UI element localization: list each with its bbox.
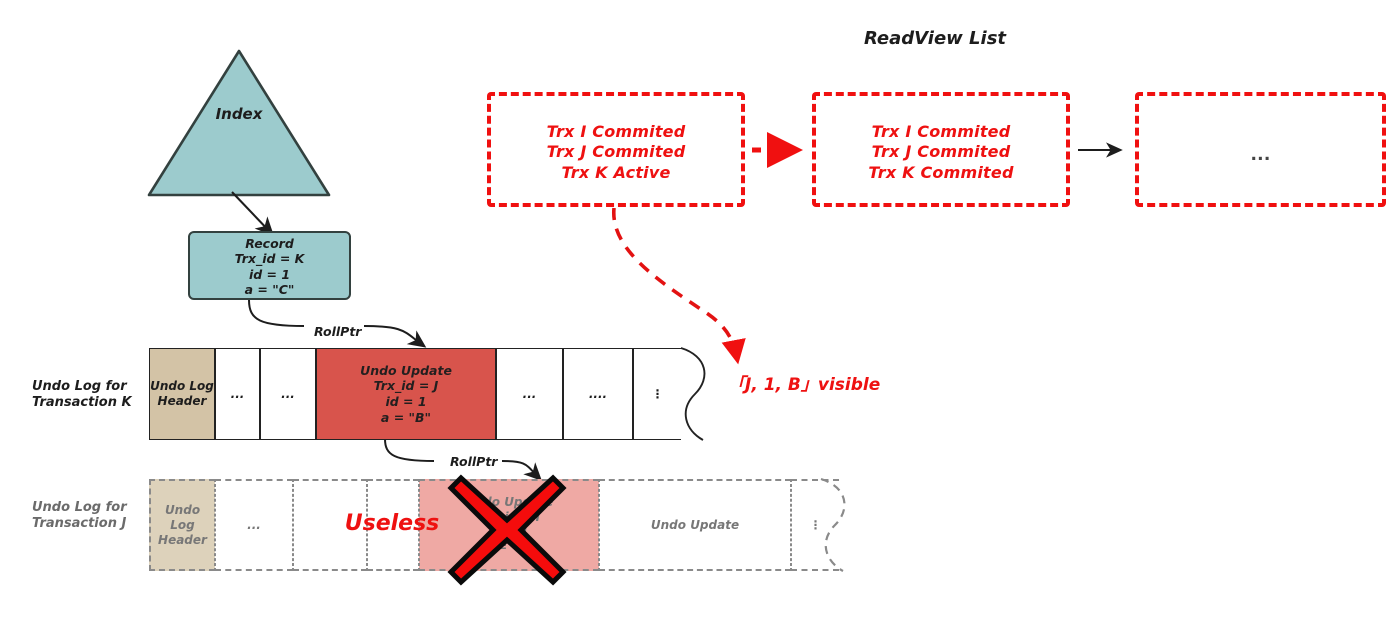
undo-log-k-label: Undo Log for Transaction K (32, 379, 132, 410)
rollptr-1-label: RollPtr (312, 324, 364, 339)
index-label: Index (215, 105, 263, 123)
cross-out-icon (447, 474, 567, 586)
readview-box-2-text: Trx I Commited Trx J Commited Trx K Comm… (868, 122, 1014, 182)
undo-log-j-cell-5: Undo Update (599, 479, 791, 571)
readview-connector-solid-icon (1078, 142, 1123, 158)
visible-annotation: 「J, 1, B」visible (728, 375, 881, 395)
record-text: Record Trx_id = K id = 1 a = "C" (234, 236, 305, 297)
undo-log-j-cell-1: ... (215, 479, 293, 571)
undo-log-k-cell-header: Undo Log Header (149, 348, 215, 440)
readview-connector-dashed-icon (752, 132, 803, 169)
undo-log-k-cell-5: .... (563, 348, 633, 440)
readview-box-1-text: Trx I Commited Trx J Commited Trx K Acti… (546, 122, 686, 182)
undo-log-k-torn-edge (680, 347, 706, 441)
readview-box-3-text: ... (1250, 145, 1271, 165)
undo-log-k-cell-undo-update: Undo Update Trx_id = J id = 1 a = "B" (316, 348, 496, 440)
undo-log-k-row: Undo Log Header ... ... Undo Update Trx_… (149, 348, 709, 440)
undo-log-k-cell-2: ... (260, 348, 316, 440)
useless-annotation: Useless (344, 511, 440, 536)
undo-log-k-cell-4: ... (496, 348, 563, 440)
readview-list-title: ReadView List (863, 28, 1007, 49)
undo-log-j-label: Undo Log for Transaction J (32, 500, 127, 531)
diagram-canvas: Index Record Trx_id = K id = 1 a = "C" R… (0, 0, 1400, 629)
undo-log-j-torn-edge (820, 477, 846, 572)
undo-log-k-cell-1: ... (215, 348, 260, 440)
rollptr-2-label: RollPtr (448, 454, 500, 469)
undo-log-k-cell-vdots: ⋮ (633, 348, 681, 440)
undo-log-j-cell-header: Undo Log Header (149, 479, 215, 571)
